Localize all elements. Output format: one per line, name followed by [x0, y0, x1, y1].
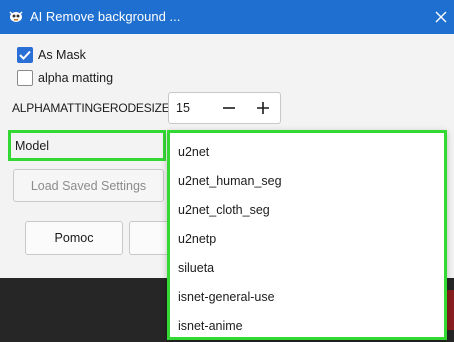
- help-button[interactable]: Pomoc: [25, 221, 123, 255]
- alpha-matting-label: alpha matting: [38, 71, 114, 85]
- title-bar[interactable]: AI Remove background ...: [0, 0, 454, 34]
- as-mask-label: As Mask: [38, 48, 86, 62]
- model-label-text: Model: [15, 139, 50, 153]
- increment-button[interactable]: [246, 93, 280, 123]
- model-option-isnet-general-use[interactable]: isnet-general-use: [178, 290, 275, 310]
- model-option-u2net-human-seg[interactable]: u2net_human_seg: [178, 174, 282, 194]
- minus-icon: [223, 107, 236, 109]
- decrement-button[interactable]: [213, 93, 247, 123]
- gimp-icon: [8, 9, 24, 23]
- model-option-u2net[interactable]: u2net: [178, 145, 209, 165]
- model-label: Model: [8, 130, 166, 161]
- plus-icon: [257, 102, 270, 114]
- load-saved-settings-button[interactable]: Load Saved Settings: [13, 169, 164, 202]
- model-option-silueta[interactable]: silueta: [178, 261, 214, 281]
- help-button-label: Pomoc: [54, 231, 94, 245]
- alpha-matting-option[interactable]: alpha matting: [17, 69, 113, 87]
- alpha-matting-checkbox[interactable]: [17, 70, 33, 86]
- as-mask-checkbox[interactable]: [17, 47, 33, 63]
- alpha-matting-erode-stepper[interactable]: 15: [168, 92, 281, 124]
- model-dropdown-list[interactable]: u2net u2net_human_seg u2net_cloth_seg u2…: [167, 130, 447, 340]
- window-title: AI Remove background ...: [30, 9, 181, 24]
- close-button[interactable]: [430, 6, 452, 28]
- close-icon: [435, 11, 447, 23]
- model-option-u2netp[interactable]: u2netp: [178, 232, 216, 252]
- as-mask-option[interactable]: As Mask: [17, 46, 86, 64]
- model-option-isnet-anime[interactable]: isnet-anime: [178, 319, 243, 339]
- load-saved-settings-label: Load Saved Settings: [30, 178, 147, 193]
- model-option-u2net-cloth-seg[interactable]: u2net_cloth_seg: [178, 203, 270, 223]
- partially-hidden-button[interactable]: [129, 221, 169, 255]
- checkmark-icon: [19, 50, 31, 60]
- alpha-matting-erode-value[interactable]: 15: [169, 101, 213, 115]
- alpha-matting-erode-label: ALPHAMATTINGERODESIZE: [12, 101, 170, 115]
